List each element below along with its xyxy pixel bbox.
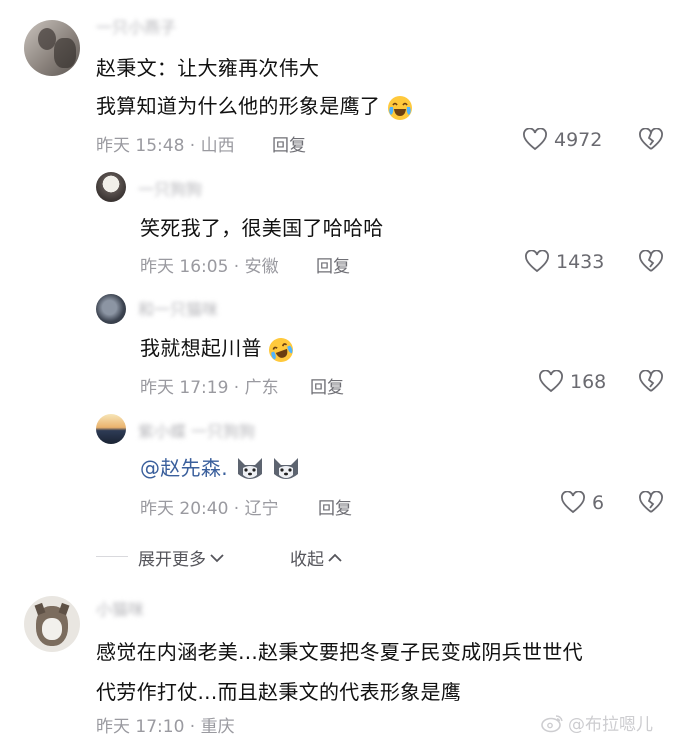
reply-time-location: 昨天 20:40 · 辽宁 [140, 499, 279, 519]
comment-author[interactable]: 小猫咪 [96, 596, 144, 620]
husky-emoji [274, 457, 299, 479]
reply-button[interactable]: 回复 [272, 131, 306, 156]
watermark: @布拉嗯儿 [540, 710, 653, 735]
reply-button[interactable]: 回复 [318, 494, 352, 519]
reply-author[interactable]: 紫小蝶 一只狗狗 [138, 418, 255, 442]
reply-text: 笑死我了，很美国了哈哈哈 [140, 216, 384, 240]
reply-text: 我就想起川普 [140, 332, 294, 363]
like-button[interactable]: 4972 [522, 128, 602, 152]
divider [96, 556, 128, 557]
like-count: 6 [592, 492, 605, 514]
laugh-cry-emoji [269, 337, 294, 362]
broken-heart-icon[interactable] [638, 250, 664, 274]
broken-heart-icon[interactable] [638, 128, 664, 152]
comment-text-line: 我算知道为什么他的形象是鹰了 [96, 90, 413, 121]
heart-icon [561, 491, 585, 514]
avatar[interactable] [96, 172, 126, 202]
comment-text-line: 代劳作打仗...而且赵秉文的代表形象是鹰 [96, 680, 462, 704]
collapse-label: 收起 [290, 550, 324, 570]
like-count: 168 [570, 371, 607, 393]
reply-button[interactable]: 回复 [310, 373, 344, 398]
watermark-text: @布拉嗯儿 [568, 715, 653, 735]
reply-text: @赵先森. [140, 452, 301, 484]
comment-text-line: 赵秉文：让大雍再次伟大 [96, 56, 320, 80]
comment-text-line: 感觉在内涵老美...赵秉文要把冬夏子民变成阴兵世世代 [96, 640, 583, 664]
heart-icon [525, 250, 549, 273]
laugh-cry-emoji [387, 95, 412, 120]
expand-more-button[interactable]: 展开更多 [138, 545, 224, 570]
comment-time-location: 昨天 15:48 · 山西 [96, 136, 235, 156]
like-button[interactable]: 1433 [524, 250, 604, 274]
reply-time-location: 昨天 16:05 · 安徽 [140, 257, 279, 277]
like-button[interactable]: 6 [560, 491, 604, 515]
comment-author[interactable]: 一只小燕子 [96, 14, 176, 38]
like-button[interactable]: 168 [538, 370, 606, 394]
reply-author[interactable]: 一只狗狗 [138, 176, 202, 200]
reply-button[interactable]: 回复 [316, 252, 350, 277]
husky-emoji [237, 457, 262, 479]
comment-time-location: 昨天 17:10 · 重庆 [96, 717, 235, 737]
mention-link[interactable]: @赵先森. [140, 456, 228, 480]
avatar[interactable] [24, 20, 80, 76]
reply-time-location: 昨天 17:19 · 广东 [140, 378, 279, 398]
broken-heart-icon[interactable] [638, 370, 664, 394]
chevron-up-icon [328, 553, 342, 562]
heart-icon [539, 370, 563, 393]
like-count: 4972 [554, 129, 603, 151]
heart-icon [523, 128, 547, 151]
chevron-down-icon [210, 553, 224, 562]
avatar[interactable] [24, 596, 80, 652]
weibo-logo-icon [541, 714, 563, 732]
reply-author[interactable]: 和一只猫咪 [138, 296, 218, 320]
avatar[interactable] [96, 414, 126, 444]
avatar[interactable] [96, 294, 126, 324]
expand-more-label: 展开更多 [138, 550, 206, 570]
like-count: 1433 [556, 251, 605, 273]
broken-heart-icon[interactable] [638, 491, 664, 515]
collapse-button[interactable]: 收起 [290, 545, 342, 570]
